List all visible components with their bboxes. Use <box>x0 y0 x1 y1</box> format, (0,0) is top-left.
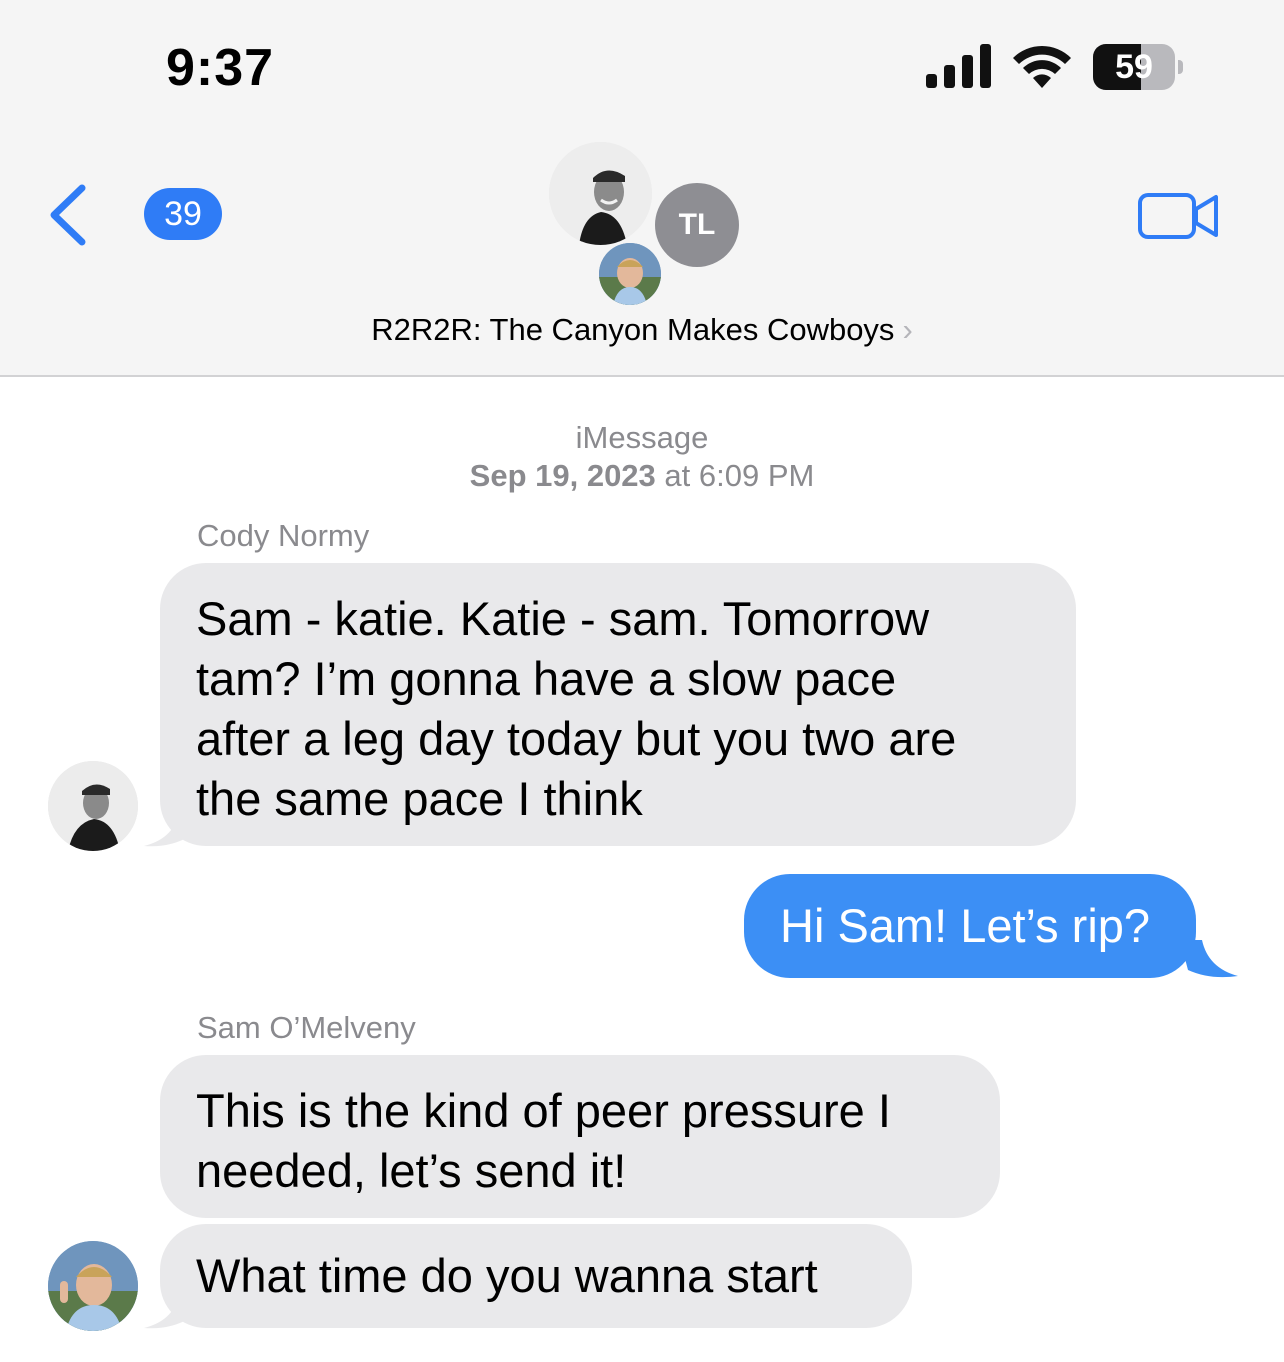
avatar-cody-normy[interactable] <box>549 142 652 245</box>
incoming-message-bubble[interactable]: This is the kind of peer pressure I need… <box>160 1055 1000 1218</box>
outgoing-message-bubble[interactable]: Hi Sam! Let’s rip? <box>744 874 1196 978</box>
incoming-message-bubble[interactable]: Sam - katie. Katie - sam. Tomorrow tam? … <box>160 563 1076 846</box>
person-photo-icon <box>599 243 661 305</box>
conversation-header: 9:37 59 39 TL R2R2R: The Canyon Makes Co… <box>0 0 1284 377</box>
chevron-right-icon: › <box>902 312 913 347</box>
timestamp-time: at 6:09 PM <box>664 458 815 493</box>
avatar-tl[interactable]: TL <box>655 183 739 267</box>
message-line: tam? I’m gonna have a slow pace <box>196 652 897 705</box>
unread-count-badge: 39 <box>144 188 222 240</box>
bubble-tail <box>144 808 190 847</box>
person-photo-icon <box>48 1241 138 1331</box>
person-photo-icon <box>48 761 138 851</box>
bubble-tail <box>1180 940 1238 978</box>
status-time: 9:37 <box>166 39 275 97</box>
wifi-icon <box>1013 45 1071 88</box>
message-timestamp: Sep 19, 2023 at 6:09 PM <box>0 458 1284 494</box>
video-camera-icon[interactable] <box>1138 191 1220 241</box>
sender-name: Cody Normy <box>197 518 370 553</box>
message-line: after a leg day today but you two are <box>196 712 957 765</box>
avatar-sam-omelveny[interactable] <box>48 1241 138 1331</box>
timestamp-date: Sep 19, 2023 <box>469 458 656 493</box>
person-photo-icon <box>549 142 652 245</box>
message-line: the same pace I think <box>196 772 643 825</box>
battery-level: 59 <box>1115 48 1153 86</box>
back-button[interactable]: 39 <box>44 180 222 250</box>
service-label: iMessage <box>575 420 709 455</box>
battery-icon: 59 <box>1093 44 1185 90</box>
message-line: needed, let’s send it! <box>196 1144 627 1197</box>
bubble-tail <box>144 1290 190 1329</box>
incoming-message-bubble[interactable]: What time do you wanna start <box>160 1224 912 1328</box>
sender-name: Sam O’Melveny <box>197 1010 416 1045</box>
signal-icon <box>926 44 991 88</box>
group-title-text: R2R2R: The Canyon Makes Cowboys <box>371 312 895 347</box>
avatar-sam-omelveny[interactable] <box>599 243 661 305</box>
group-title[interactable]: R2R2R: The Canyon Makes Cowboys › <box>0 312 1284 348</box>
back-chevron-icon <box>50 184 86 246</box>
message-line: Sam - katie. Katie - sam. Tomorrow <box>196 592 930 645</box>
message-line: This is the kind of peer pressure I <box>196 1084 891 1137</box>
avatar-cody-normy[interactable] <box>48 761 138 851</box>
